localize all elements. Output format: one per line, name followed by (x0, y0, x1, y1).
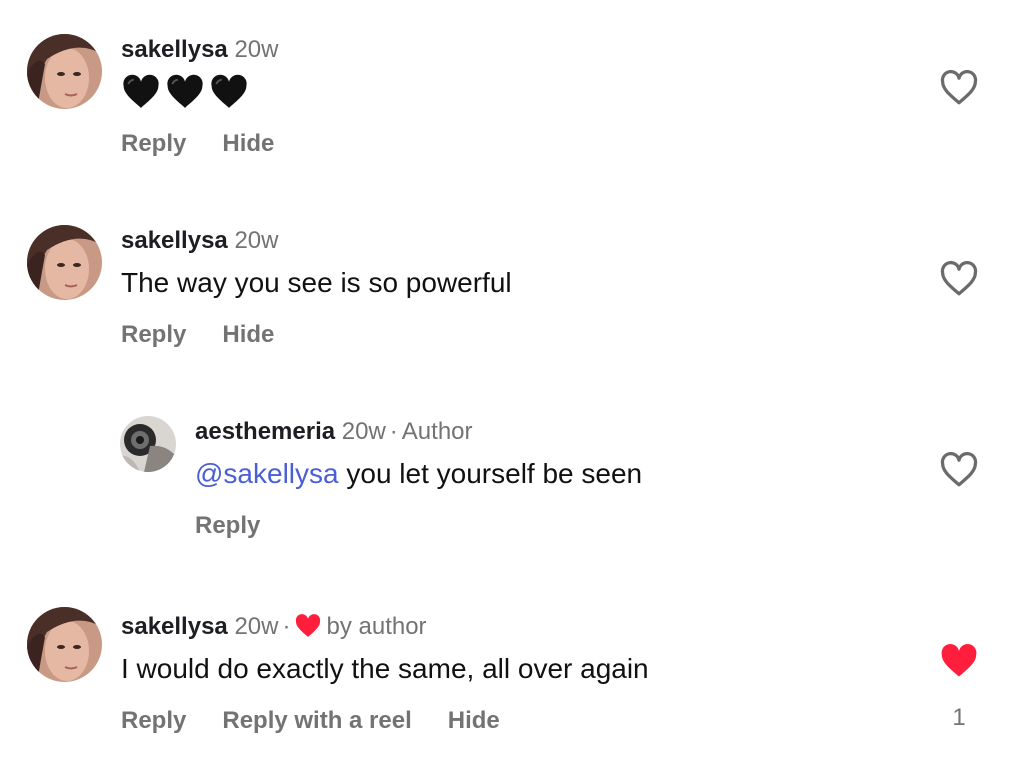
reply-with-reel-button[interactable]: Reply with a reel (222, 707, 411, 734)
timestamp: 20w (234, 227, 279, 254)
avatar[interactable] (27, 225, 102, 300)
liked-by-author-heart-icon (296, 614, 321, 637)
comment-meta: aesthemeria 20w · Author (195, 418, 473, 446)
comment-text (122, 74, 248, 110)
separator: · (389, 418, 398, 445)
reply-button[interactable]: Reply (121, 321, 186, 348)
comment-actions: Reply Hide (121, 130, 310, 158)
comment-body: you let yourself be seen (338, 458, 643, 489)
like-button[interactable] (939, 452, 979, 488)
mention-link[interactable]: @sakellysa (195, 458, 339, 489)
black-heart-icon (167, 74, 203, 108)
like-button[interactable] (939, 643, 979, 679)
comment-actions: Reply Reply with a reel Hide (121, 707, 536, 735)
heart-outline-icon (940, 452, 978, 487)
heart-outline-icon (940, 70, 978, 105)
comment-meta: sakellysa 20w (121, 36, 278, 64)
comment-meta: sakellysa 20w · by author (121, 613, 427, 641)
hide-button[interactable]: Hide (222, 321, 274, 348)
comment-text: @sakellysa you let yourself be seen (195, 457, 642, 491)
heart-filled-icon (941, 644, 977, 677)
username[interactable]: sakellysa (121, 227, 228, 254)
black-heart-icon (123, 74, 159, 108)
like-button[interactable] (939, 70, 979, 106)
liked-by-author-label: by author (326, 613, 427, 640)
username[interactable]: sakellysa (121, 613, 228, 640)
reply-button[interactable]: Reply (195, 512, 260, 539)
comment-actions: Reply (195, 512, 296, 540)
comment-1: sakellysa 20w Reply Hide (0, 0, 1024, 190)
like-count: 1 (952, 704, 966, 731)
reply-button[interactable]: Reply (121, 707, 186, 734)
comment-text: The way you see is so powerful (121, 267, 512, 298)
comment-text: I would do exactly the same, all over ag… (121, 653, 649, 684)
avatar[interactable] (120, 416, 176, 472)
avatar[interactable] (27, 34, 102, 109)
heart-outline-icon (940, 261, 978, 296)
avatar[interactable] (27, 607, 102, 682)
like-button[interactable] (939, 261, 979, 297)
author-badge: Author (401, 418, 473, 445)
comment-actions: Reply Hide (121, 321, 310, 349)
separator: · (282, 613, 291, 640)
timestamp: 20w (234, 36, 279, 63)
comment-meta: sakellysa 20w (121, 227, 278, 255)
hide-button[interactable]: Hide (448, 707, 500, 734)
timestamp: 20w (234, 613, 279, 640)
timestamp: 20w (341, 418, 386, 445)
username[interactable]: aesthemeria (195, 418, 335, 445)
reply-button[interactable]: Reply (121, 130, 186, 157)
hide-button[interactable]: Hide (222, 130, 274, 157)
username[interactable]: sakellysa (121, 36, 228, 63)
black-heart-icon (211, 74, 247, 108)
